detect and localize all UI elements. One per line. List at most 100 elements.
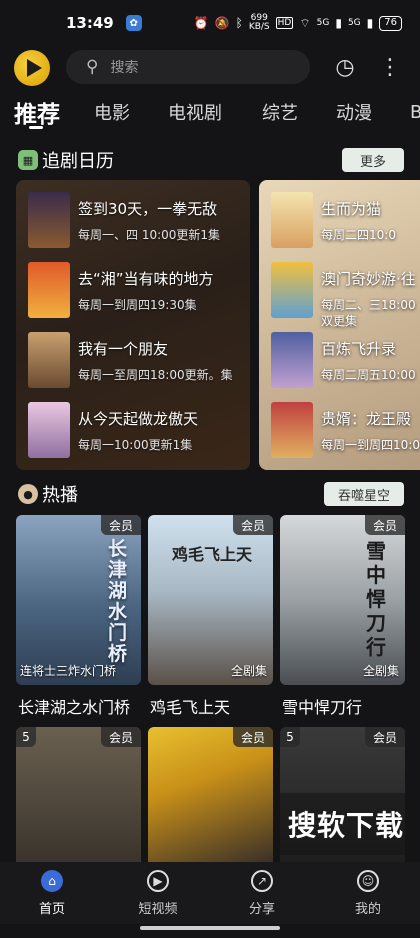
bottom-nav: ⌂ 首页 ▶ 短视频 ↗ 分享 ☺ 我的 bbox=[0, 862, 420, 924]
schedule-item-title: 签到30天，一拳无敌 bbox=[78, 200, 218, 218]
search-input[interactable]: ⚲ 搜索 bbox=[66, 50, 310, 84]
schedule-item[interactable]: 去“湘”当有味的地方 每周一到周四19:30集 bbox=[16, 262, 250, 320]
mute-icon: 🔕 bbox=[214, 16, 230, 30]
schedule-item-time: 每周一、四 10:00更新1集 bbox=[78, 228, 221, 242]
schedule-item-time: 每周一10:00更新1集 bbox=[78, 438, 193, 452]
nav-share[interactable]: ↗ 分享 bbox=[222, 870, 302, 920]
schedule-item-title: 贵婿：龙王殿 bbox=[321, 410, 412, 428]
more-menu-icon[interactable]: ⋮ bbox=[379, 54, 401, 80]
nav-label: 首页 bbox=[38, 902, 65, 917]
signal-bars-icon-2: ▮ bbox=[366, 16, 374, 30]
profile-icon: ☺ bbox=[357, 870, 379, 892]
poster-card[interactable]: 鸡毛飞上天 会员 全剧集 bbox=[148, 515, 273, 685]
tab-anime[interactable]: 动漫 bbox=[336, 92, 372, 132]
nav-profile[interactable]: ☺ 我的 bbox=[328, 870, 408, 920]
nav-home[interactable]: ⌂ 首页 bbox=[12, 870, 92, 920]
tab-more[interactable]: B bbox=[410, 92, 420, 132]
vip-badge: 会员 bbox=[364, 727, 405, 747]
schedule-item-time: 每周二、三18:00 bbox=[321, 298, 416, 312]
search-icon: ⚲ bbox=[86, 57, 99, 77]
app-logo[interactable] bbox=[14, 50, 50, 86]
vip-badge: 会员 bbox=[364, 515, 405, 535]
bluetooth-icon: ᛒ bbox=[235, 16, 243, 30]
schedule-item[interactable]: 从今天起做龙傲天 每周一10:00更新1集 bbox=[16, 402, 250, 460]
schedule-item[interactable]: 贵婿：龙王殿 每周一到周四10:0 bbox=[259, 402, 420, 460]
nav-label: 我的 bbox=[354, 902, 381, 917]
poster-caption[interactable]: 鸡毛飞上天 bbox=[150, 694, 230, 718]
schedule-thumb bbox=[28, 192, 70, 248]
poster-art-title: 鸡毛飞上天 bbox=[172, 545, 253, 564]
home-icon: ⌂ bbox=[41, 870, 63, 892]
poster-corner-label: 连将士三炸水门桥 bbox=[20, 664, 117, 678]
poster-card[interactable]: 长津湖水门桥 会员 连将士三炸水门桥 bbox=[16, 515, 141, 685]
history-icon[interactable]: ◷ bbox=[332, 54, 358, 80]
poster-art-title: 雪中悍刀行 bbox=[366, 539, 386, 659]
schedule-item-time: 每周二四10:0 bbox=[321, 228, 396, 242]
vip-badge: 会员 bbox=[100, 515, 141, 535]
active-tab-indicator bbox=[29, 126, 43, 129]
tab-tv[interactable]: 电视剧 bbox=[168, 92, 222, 132]
hot-featured-button[interactable]: 吞噬星空 bbox=[324, 482, 404, 506]
schedule-thumb bbox=[28, 402, 70, 458]
play-icon: ▶ bbox=[147, 870, 169, 892]
status-icons: ⏰ 🔕 ᛒ 699 KB/S HD ⌔ 5G ▮ 5G ▮ 76 bbox=[194, 14, 402, 32]
alarm-icon: ⏰ bbox=[193, 16, 209, 30]
schedule-card-2: 生而为猫 每周二四10:0 澳门奇妙游·往 每周二、三18:00 双更集 百炼飞… bbox=[259, 180, 420, 470]
schedule-item-title: 生而为猫 bbox=[321, 200, 382, 218]
schedule-item[interactable]: 签到30天，一拳无敌 每周一、四 10:00更新1集 bbox=[16, 192, 250, 250]
share-icon: ↗ bbox=[251, 870, 273, 892]
schedule-item[interactable]: 生而为猫 每周二四10:0 bbox=[259, 192, 420, 250]
schedule-item[interactable]: 我有一个朋友 每周一至周四18:00更新。集 bbox=[16, 332, 250, 390]
poster-caption[interactable]: 雪中悍刀行 bbox=[282, 694, 362, 718]
schedule-thumb bbox=[28, 262, 70, 318]
schedule-item-time-2: 双更集 bbox=[321, 314, 358, 328]
poster-caption[interactable]: 长津湖之水门桥 bbox=[18, 694, 130, 718]
schedule-item-time: 每周一到周四10:0 bbox=[321, 438, 420, 452]
home-indicator bbox=[140, 926, 280, 930]
status-bar: 13:49 ✿ ⏰ 🔕 ᛒ 699 KB/S HD ⌔ 5G ▮ 5G ▮ 76 bbox=[0, 0, 420, 46]
schedule-item-title: 去“湘”当有味的地方 bbox=[78, 270, 214, 288]
top-bar: ⚲ 搜索 ◷ ⋮ bbox=[0, 46, 420, 88]
poster-card[interactable]: 会员 bbox=[148, 727, 273, 862]
rank-badge: 5 bbox=[16, 727, 36, 747]
schedule-thumb bbox=[271, 402, 313, 458]
schedule-item-title: 澳门奇妙游·往 bbox=[321, 270, 416, 288]
tab-movie[interactable]: 电影 bbox=[94, 92, 130, 132]
rank-badge: 5 bbox=[280, 727, 300, 747]
schedule-header: ▦ 追剧日历 更多 bbox=[0, 146, 420, 174]
schedule-item-title: 从今天起做龙傲天 bbox=[78, 410, 199, 428]
schedule-more-button[interactable]: 更多 bbox=[342, 148, 404, 172]
schedule-thumb bbox=[271, 262, 313, 318]
battery-indicator: 76 bbox=[379, 15, 402, 31]
app-notification-icon: ✿ bbox=[125, 15, 142, 31]
hot-title: 热播 bbox=[42, 485, 78, 506]
calendar-icon: ▦ bbox=[18, 150, 38, 170]
schedule-thumb bbox=[271, 332, 313, 388]
nav-label: 分享 bbox=[248, 902, 275, 917]
tab-variety[interactable]: 综艺 bbox=[262, 92, 298, 132]
poster-art-title: 长津湖水门桥 bbox=[108, 538, 128, 665]
poster-corner-label: 全剧集 bbox=[230, 664, 267, 678]
schedule-item-time: 每周二周五10:00 bbox=[321, 368, 416, 382]
schedule-item[interactable]: 澳门奇妙游·往 每周二、三18:00 双更集 bbox=[259, 262, 420, 328]
schedule-item-time: 每周一至周四18:00更新。集 bbox=[78, 368, 233, 382]
schedule-title: 追剧日历 bbox=[42, 151, 114, 172]
hd-badge: HD bbox=[275, 17, 294, 29]
schedule-item-title: 我有一个朋友 bbox=[78, 340, 169, 358]
search-placeholder: 搜索 bbox=[110, 60, 139, 76]
fire-icon: ● bbox=[18, 484, 38, 504]
schedule-item-title: 百炼飞升录 bbox=[321, 340, 397, 358]
nav-label: 短视频 bbox=[138, 902, 178, 917]
poster-corner-label: 全剧集 bbox=[362, 664, 399, 678]
schedule-card-1: 签到30天，一拳无敌 每周一、四 10:00更新1集 去“湘”当有味的地方 每周… bbox=[16, 180, 250, 470]
vip-badge: 会员 bbox=[232, 515, 273, 535]
net-speed: 699 KB/S bbox=[248, 13, 270, 32]
signal-bars-icon: ▮ bbox=[335, 16, 342, 30]
status-time: 13:49 bbox=[66, 14, 114, 32]
vip-badge: 会员 bbox=[100, 727, 141, 747]
nav-short-video[interactable]: ▶ 短视频 bbox=[118, 870, 198, 920]
category-tabs: 推荐 电影 电视剧 综艺 动漫 B bbox=[0, 92, 420, 132]
poster-card[interactable]: 雪中悍刀行 会员 全剧集 bbox=[280, 515, 405, 685]
poster-card[interactable]: 5 会员 bbox=[16, 727, 141, 862]
schedule-item[interactable]: 百炼飞升录 每周二周五10:00 bbox=[259, 332, 420, 390]
